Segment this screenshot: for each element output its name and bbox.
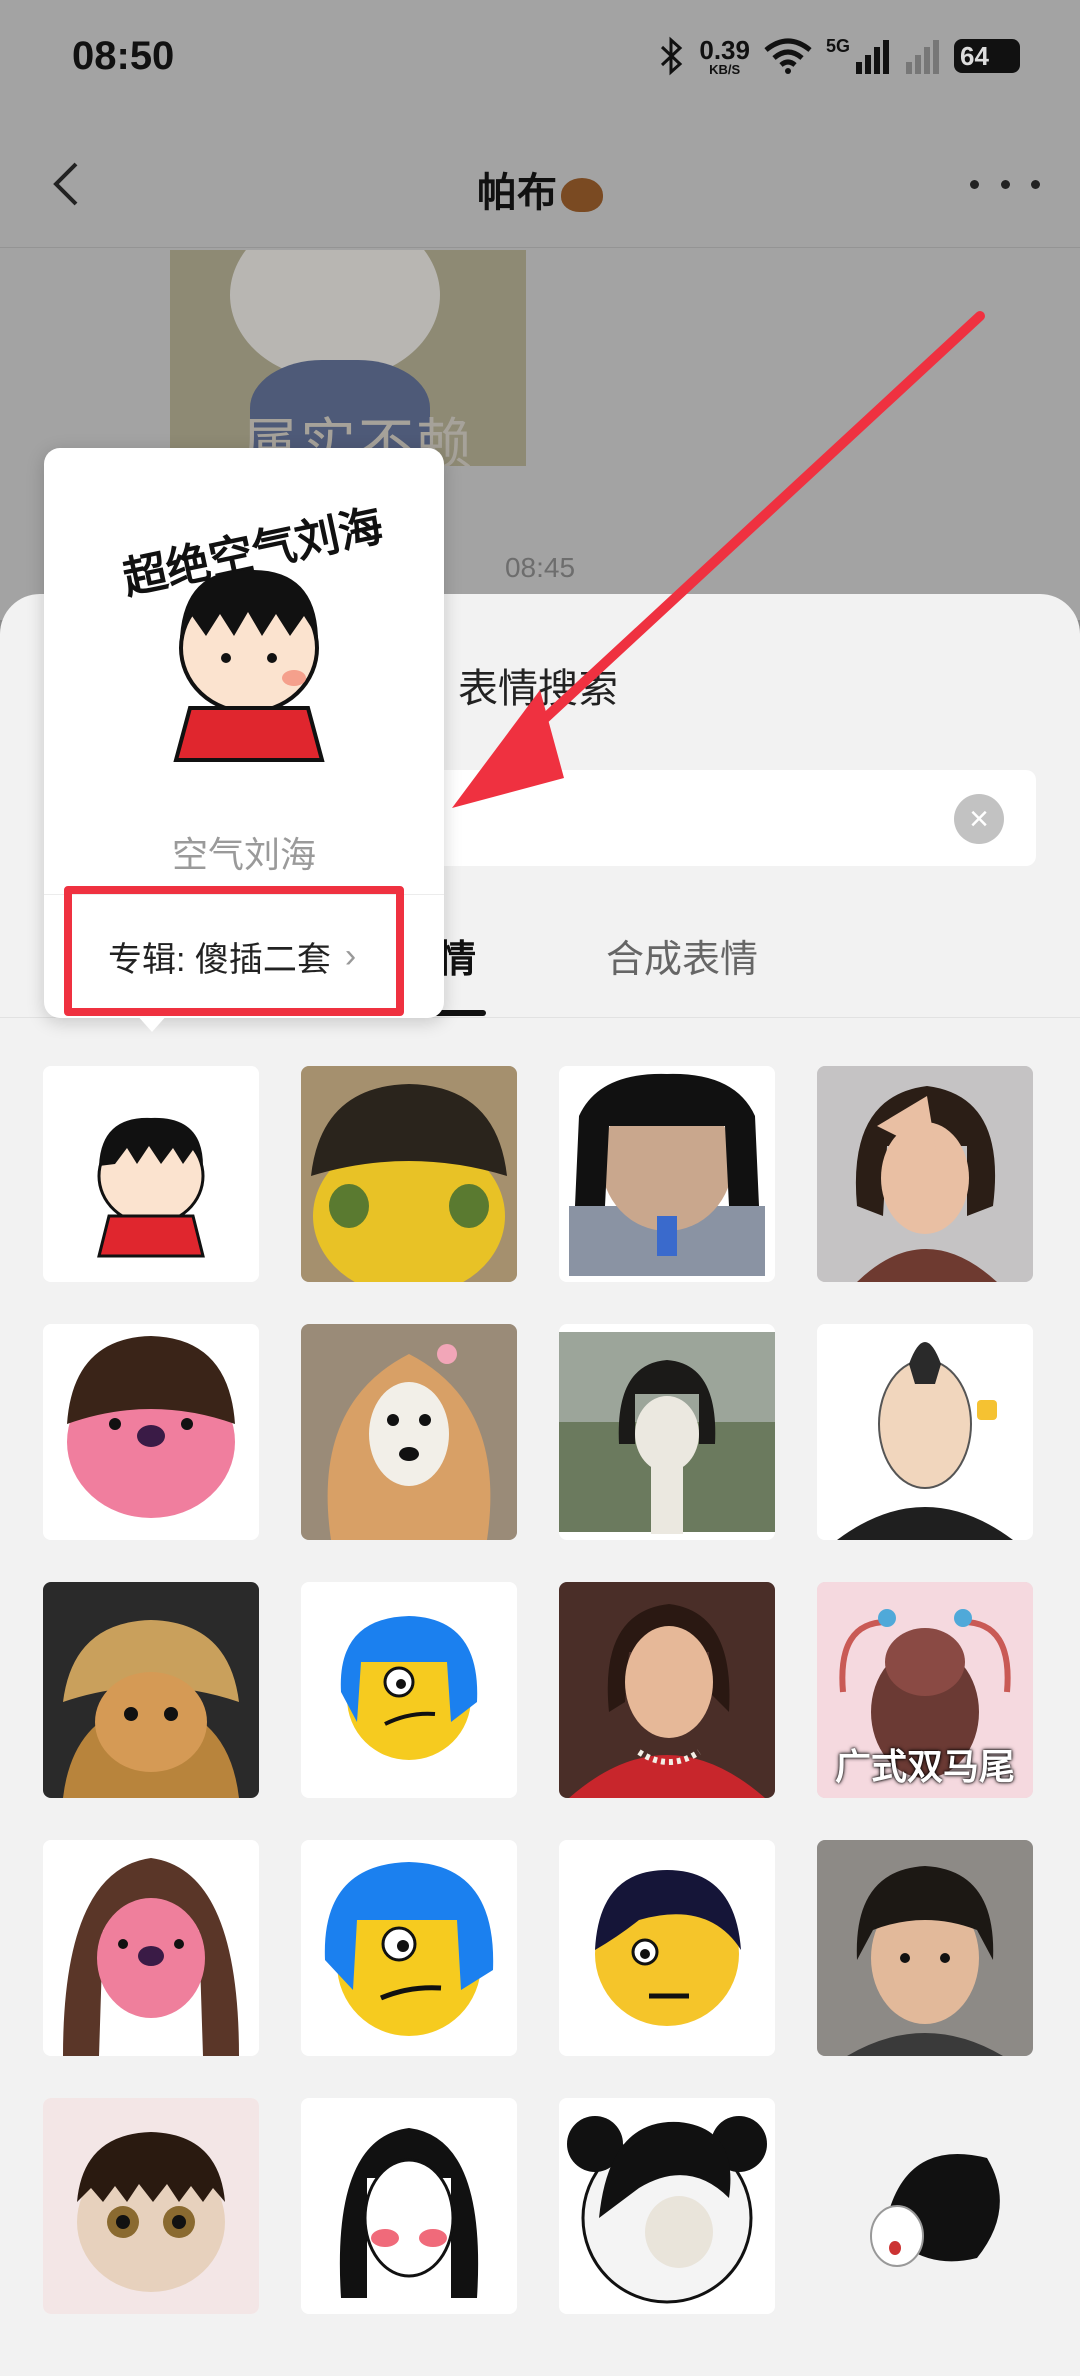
emo-hair-emoji-sticker (559, 1840, 775, 2056)
sticker-cell[interactable] (559, 1066, 775, 1282)
status-icons: 0.39 KB/S 5G 64 (659, 36, 1020, 76)
sticker-cell[interactable] (43, 1324, 259, 1540)
wifi-icon (764, 38, 812, 74)
bob-hair-cat-sticker (559, 1332, 775, 1534)
annotation-highlight-box (64, 886, 404, 1016)
sticker-cell[interactable] (817, 1324, 1033, 1540)
network-speed-value: 0.39 (699, 34, 750, 65)
mohawk-man-sticker (817, 1324, 1033, 1540)
pink-beaver-bangs-sticker (43, 1324, 259, 1540)
air-bangs-girl-preview-image: 超绝空气刘海 (104, 498, 394, 788)
sticker-cell[interactable] (817, 2098, 1033, 2314)
sticker-cell[interactable] (559, 1840, 775, 2056)
more-dot-icon (1031, 179, 1040, 189)
sheet-title: 表情搜索 (458, 667, 618, 711)
signal-strength-sim2-icon (906, 40, 939, 74)
network-speed-unit: KB/S (709, 61, 741, 77)
sticker-cell[interactable] (301, 1840, 517, 2056)
sticker-cell[interactable] (817, 1066, 1033, 1282)
sticker-cell[interactable] (301, 2098, 517, 2314)
red-dress-woman-sticker (559, 1582, 775, 1798)
sticker-cell[interactable] (43, 1840, 259, 2056)
clear-search-button[interactable]: × (954, 794, 1004, 844)
sticker-cell[interactable] (43, 1582, 259, 1798)
more-dot-icon (970, 179, 979, 189)
mushroom-hair-mango-sticker (301, 1066, 517, 1282)
sticker-cell[interactable] (817, 1840, 1033, 2056)
sticker-cell[interactable] (43, 2098, 259, 2314)
sticker-search-input[interactable]: × (420, 770, 1036, 866)
bob-hair-woman-sticker (817, 1066, 1033, 1282)
bangs-kitten-sticker (43, 2098, 259, 2314)
chat-title-text: 帕布 (477, 171, 557, 215)
battery-indicator: 64 (954, 39, 1020, 73)
sticker-cell[interactable] (559, 2098, 775, 2314)
status-bar: 08:50 0.39 KB/S 5G 64 (0, 0, 1080, 120)
long-hair-dog-sticker (301, 1324, 517, 1540)
blue-hair-emoji-sticker (301, 1582, 517, 1798)
sticker-cell[interactable]: 广式双马尾 (817, 1582, 1033, 1798)
chat-title: 帕布 (0, 160, 1080, 218)
tab-composed-stickers[interactable]: 合成表情 (606, 928, 758, 983)
bear-face-icon (561, 178, 603, 213)
bluetooth-icon (661, 36, 683, 76)
more-dot-icon (1000, 179, 1010, 189)
sticker-cell[interactable] (301, 1066, 517, 1282)
brown-hair-beaver-sticker (43, 1840, 259, 2056)
status-time: 08:50 (72, 34, 175, 78)
panda-long-hair-sticker (559, 2098, 775, 2314)
sticker-cell[interactable] (301, 1324, 517, 1540)
signal-strength-icon (856, 40, 889, 74)
network-speed: 0.39 KB/S (699, 37, 750, 76)
blushing-girl-sketch-sticker (301, 2098, 517, 2314)
preview-sticker-name: 空气刘海 (171, 834, 316, 875)
chat-sticker-message[interactable]: 属实不赖 (170, 250, 526, 466)
sticker-cell[interactable] (559, 1324, 775, 1540)
blue-hair-emoji-large-sticker (301, 1840, 517, 2056)
sticker-cell[interactable] (43, 1066, 259, 1282)
sticker-cell[interactable] (301, 1582, 517, 1798)
close-icon: × (969, 799, 989, 838)
air-bangs-girl-sticker (43, 1066, 259, 1282)
chat-nav-bar: 帕布 (0, 120, 1080, 248)
bowl-cut-figure-sticker (559, 1066, 775, 1282)
wig-cat-sticker (43, 1582, 259, 1798)
sticker-caption: 广式双马尾 (834, 1746, 1015, 1787)
network-type-label: 5G (825, 36, 850, 56)
black-fan-hair-sticker (817, 2098, 1033, 2314)
sticker-cell[interactable] (559, 1582, 775, 1798)
bowl-cut-man-sticker (817, 1840, 1033, 2056)
preview-pointer (136, 1014, 168, 1032)
more-options-button[interactable] (970, 164, 1040, 204)
